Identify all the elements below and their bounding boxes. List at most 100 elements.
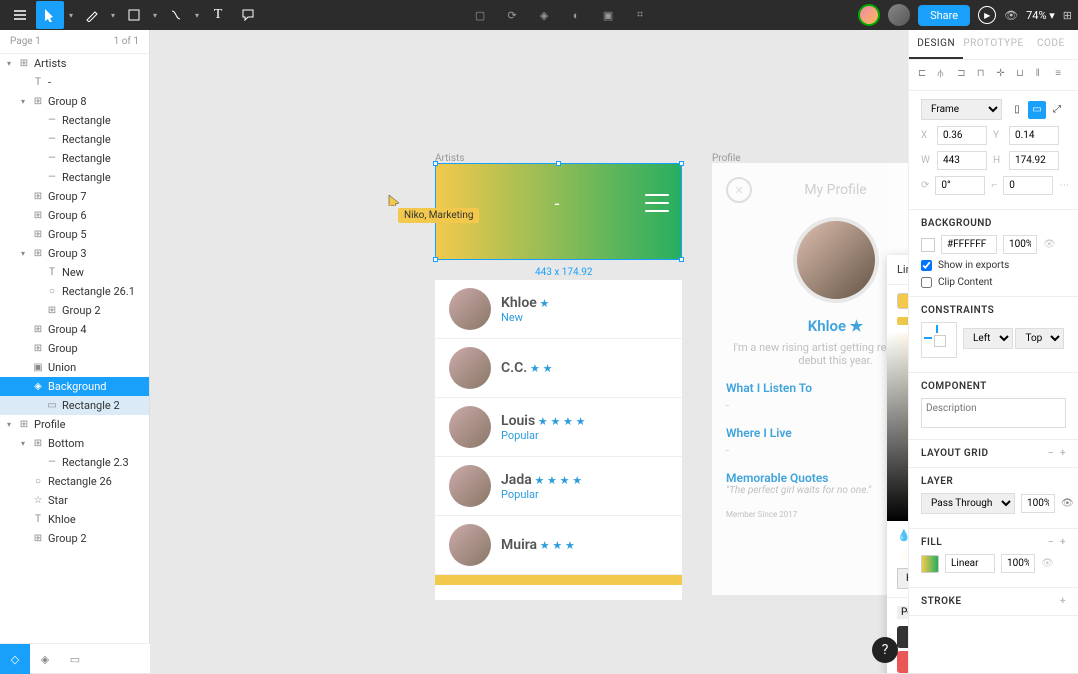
stroke-add-icon[interactable]: + [1060,596,1066,607]
fill-opacity-input[interactable] [1001,554,1035,573]
bg-opacity-input[interactable] [1003,235,1037,254]
align-top-icon[interactable]: ⊓ [977,68,991,82]
layer-rectangle[interactable]: —Rectangle [0,111,149,130]
orient-landscape-icon[interactable]: ▭ [1028,101,1046,119]
layer-visibility-icon[interactable]: 👁 [1061,498,1074,509]
orient-portrait-icon[interactable]: ▯ [1008,101,1026,119]
fill-swatch[interactable] [921,555,939,573]
pen-tool[interactable] [78,1,106,29]
present-button[interactable]: ▶ [978,6,996,24]
close-icon[interactable]: ✕ [726,177,752,203]
frame-preset-select[interactable]: Frame [921,99,1002,120]
frame-tool-icon[interactable]: ▢ [466,1,494,29]
show-exports-checkbox[interactable] [921,260,932,271]
layer-bottom[interactable]: ▾⊞Bottom [0,434,149,453]
blend-mode-select[interactable]: Pass Through [921,493,1015,514]
layer-khloe[interactable]: TKhloe [0,510,149,529]
y-input[interactable] [1009,126,1059,145]
eyedropper-icon[interactable]: 💧 [897,529,908,542]
layers-tab-icon[interactable]: ◇ [0,644,30,673]
layer-new[interactable]: TNew [0,263,149,282]
library-tab-icon[interactable]: ▭ [60,644,90,673]
layer-rectangle-2-3[interactable]: —Rectangle 2.3 [0,453,149,472]
page-name[interactable]: Page 1 [10,36,41,47]
view-icon[interactable]: 👁 [1004,9,1018,22]
layer-group-3[interactable]: ▾⊞Group 3 [0,244,149,263]
fit-icon[interactable]: ⤢ [1048,101,1066,119]
x-input[interactable] [937,126,987,145]
component-description[interactable] [921,398,1066,428]
layer-rectangle-2[interactable]: ▭Rectangle 2 [0,396,149,415]
help-button[interactable]: ? [872,637,898,663]
layer-group-2[interactable]: ⊞Group 2 [0,529,149,548]
zoom-level[interactable]: 74% ▾ [1026,9,1055,22]
collaborator-avatar-2[interactable] [888,4,910,26]
artist-row[interactable]: C.C. ★ ★ [435,339,682,398]
align-bottom-icon[interactable]: ⊔ [1016,68,1030,82]
artist-row[interactable]: Jada ★ ★ ★ ★Popular [435,457,682,516]
layer-opacity-input[interactable] [1021,494,1055,513]
color-format-select[interactable]: HEX [897,568,908,589]
alpha-slider[interactable] [897,550,908,560]
tab-code[interactable]: CODE [1024,30,1078,59]
artist-row[interactable]: Muira ★ ★ ★ [435,516,682,575]
layer-group-2[interactable]: ⊞Group 2 [0,301,149,320]
align-right-icon[interactable]: ⊐ [957,68,971,82]
bg-hex-input[interactable] [941,235,997,254]
components-tab-icon[interactable]: ◈ [30,644,60,673]
gradient-stop-1[interactable] [897,293,908,309]
grid-remove-icon[interactable]: − [1048,448,1054,459]
layer-group-5[interactable]: ⊞Group 5 [0,225,149,244]
tab-design[interactable]: DESIGN [909,30,963,59]
layer-rectangle-26-1[interactable]: ○Rectangle 26.1 [0,282,149,301]
layer-profile[interactable]: ▾⊞Profile [0,415,149,434]
color-library-select[interactable]: Personal Colors [897,606,908,619]
constraint-h-select[interactable]: Left [963,328,1013,349]
crop-icon[interactable]: ⌗ [626,1,654,29]
comment-tool[interactable] [234,1,262,29]
layer-group-7[interactable]: ⊞Group 7 [0,187,149,206]
layer-artists[interactable]: ▾⊞Artists [0,54,149,73]
rotation-input[interactable] [935,176,985,195]
layer-rectangle[interactable]: —Rectangle [0,130,149,149]
grid-add-icon[interactable]: + [1060,448,1066,459]
boolean-icon[interactable]: ▣ [594,1,622,29]
w-input[interactable] [937,151,987,170]
artist-row[interactable]: Khloe ★New [435,280,682,339]
artist-row[interactable]: Louis ★ ★ ★ ★Popular [435,398,682,457]
color-field[interactable] [887,333,908,521]
layer-star[interactable]: ☆Star [0,491,149,510]
collaborator-avatar-1[interactable] [858,4,880,26]
color-swatch[interactable] [897,651,908,673]
clip-content-checkbox[interactable] [921,277,932,288]
share-button[interactable]: Share [918,5,970,26]
move-tool-dropdown[interactable]: ▾ [66,11,76,20]
color-picker-panel[interactable]: Linear ▾ ✕ 💧 HEX Personal Colors [887,255,908,673]
align-hcenter-icon[interactable]: ⫛ [937,68,951,82]
text-tool[interactable]: T [204,1,232,29]
vector-dropdown[interactable]: ▾ [192,11,202,20]
vector-tool[interactable] [162,1,190,29]
layer-rectangle-26[interactable]: ○Rectangle 26 [0,472,149,491]
layer-union[interactable]: ▣Union [0,358,149,377]
profile-artboard[interactable]: ✕ My Profile + Khloe ★ I'm a new rising … [712,163,908,595]
tab-prototype[interactable]: PROTOTYPE [963,30,1023,59]
gradient-preview[interactable] [897,317,908,325]
fill-visibility-icon[interactable]: 👁 [1041,558,1054,569]
fill-remove-icon[interactable]: − [1048,537,1054,548]
component-icon[interactable]: ◈ [530,1,558,29]
layer-group-6[interactable]: ⊞Group 6 [0,206,149,225]
constraint-v-select[interactable]: Top [1015,328,1064,349]
color-swatch[interactable] [897,626,908,648]
distribute-v-icon[interactable]: ≡ [1055,68,1069,82]
layer-background[interactable]: ◈Background [0,377,149,396]
gradient-type-select[interactable]: Linear ▾ [897,263,908,276]
layer-group-8[interactable]: ▾⊞Group 8 [0,92,149,111]
layer-rectangle[interactable]: —Rectangle [0,168,149,187]
radius-input[interactable] [1003,176,1053,195]
shape-tool[interactable] [120,1,148,29]
artists-artboard[interactable]: Khloe ★NewC.C. ★ ★Louis ★ ★ ★ ★PopularJa… [435,280,682,600]
shape-dropdown[interactable]: ▾ [150,11,160,20]
fill-type-input[interactable] [945,554,995,573]
more-icon[interactable]: ⋯ [1059,180,1069,191]
